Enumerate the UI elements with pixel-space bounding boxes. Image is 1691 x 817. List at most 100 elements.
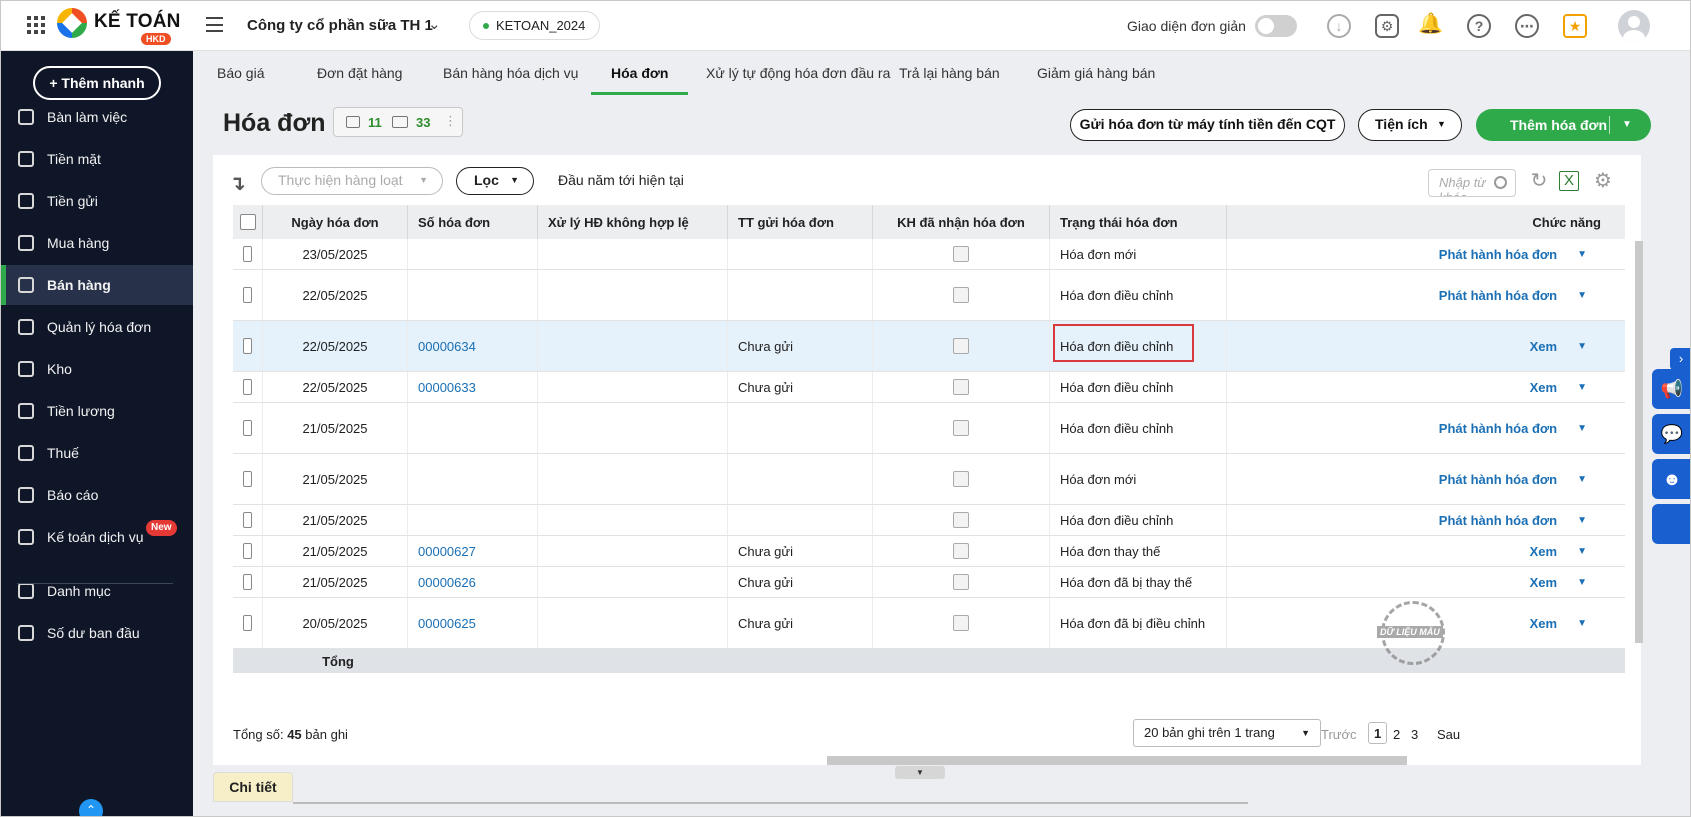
horizontal-scrollbar[interactable] <box>827 756 1407 765</box>
row-checkbox[interactable] <box>243 615 252 631</box>
megaphone-icon[interactable]: 📢 <box>1652 369 1690 409</box>
invoice-number-cell[interactable]: 00000634 <box>408 321 538 371</box>
help-icon[interactable]: ? <box>1467 14 1491 38</box>
row-action-link[interactable]: Xem <box>1530 339 1557 354</box>
expand-detail-handle[interactable]: ▼ <box>895 766 945 779</box>
simple-ui-toggle[interactable] <box>1255 15 1297 37</box>
sidebar-item-payroll[interactable]: Tiền lương <box>1 391 193 431</box>
tab-5[interactable]: Xử lý tự động hóa đơn đầu ra <box>706 51 890 95</box>
row-checkbox[interactable] <box>243 574 252 590</box>
table-row[interactable]: 21/05/2025 Hóa đơn điều chỉnh Phát hành hó… <box>233 403 1625 454</box>
sidebar-item-report[interactable]: Báo cáo <box>1 475 193 515</box>
caret-down-icon[interactable]: ▼ <box>1577 290 1587 301</box>
company-name[interactable]: Công ty cổ phần sữa TH 1 <box>247 17 433 34</box>
caret-down-icon[interactable]: ▼ <box>1577 515 1587 526</box>
table-row[interactable]: 22/05/2025 00000634 Chưa gửi Hóa đơn điều c… <box>233 321 1625 372</box>
table-row[interactable]: 21/05/2025 Hóa đơn điều chỉnh Phát hành hó… <box>233 505 1625 536</box>
vertical-scrollbar[interactable] <box>1635 241 1643 643</box>
chevron-up-icon[interactable]: ⌃ <box>79 799 103 816</box>
assistant-icon[interactable]: ☻ <box>1652 459 1690 499</box>
row-action-link[interactable]: Phát hành hóa đơn <box>1439 513 1557 528</box>
column-header[interactable]: Số hóa đơn <box>408 205 538 239</box>
detail-tab[interactable]: Chi tiết <box>213 772 293 802</box>
table-row[interactable]: 21/05/2025 00000626 Chưa gửi Hóa đơn đã bị … <box>233 567 1625 598</box>
date-range-label[interactable]: Đầu năm tới hiện tại <box>558 172 684 188</box>
column-header[interactable]: Ngày hóa đơn <box>263 205 408 239</box>
add-invoice-button[interactable]: Thêm hóa đơn ▼ <box>1476 109 1651 141</box>
tab-4[interactable]: Hóa đơn <box>590 51 689 95</box>
row-checkbox[interactable] <box>243 471 252 487</box>
refresh-icon[interactable]: ↻ <box>1527 169 1551 193</box>
gear-icon[interactable]: ⚙ <box>1375 14 1399 38</box>
tab-6[interactable]: Trả lại hàng bán <box>899 51 1000 95</box>
invoice-number-cell[interactable]: 00000627 <box>408 536 538 566</box>
sort-down-icon[interactable]: ↴ <box>229 171 246 196</box>
column-header[interactable]: KH đã nhận hóa đơn <box>873 205 1050 239</box>
page-1-button[interactable]: 1 <box>1368 722 1388 744</box>
row-action-link[interactable]: Phát hành hóa đơn <box>1439 421 1557 436</box>
tab-2[interactable]: Đơn đặt hàng <box>317 51 402 95</box>
row-action-link[interactable]: Xem <box>1530 544 1557 559</box>
table-row[interactable]: 22/05/2025 Hóa đơn điều chỉnh Phát hành hó… <box>233 270 1625 321</box>
table-row[interactable]: 21/05/2025 Hóa đơn mới Phát hành hóa đơn ▼ <box>233 454 1625 505</box>
prev-page-button[interactable]: Trước <box>1321 727 1357 742</box>
row-action-link[interactable]: Xem <box>1530 380 1557 395</box>
bell-icon[interactable]: 🔔 <box>1418 14 1443 38</box>
caret-down-icon[interactable]: ▼ <box>1577 341 1587 352</box>
row-checkbox[interactable] <box>243 246 252 262</box>
sidebar-item-catalog[interactable]: Danh mục <box>1 571 193 611</box>
caret-down-icon[interactable]: ▼ <box>1577 577 1587 588</box>
excel-icon[interactable]: X <box>1559 171 1579 191</box>
download-icon[interactable]: ↓ <box>1327 14 1351 38</box>
invoice-counter[interactable]: 11 33 ⋮ <box>333 107 463 137</box>
next-page-button[interactable]: Sau <box>1437 727 1460 742</box>
invoice-number-cell[interactable]: 00000626 <box>408 567 538 597</box>
row-action-link[interactable]: Xem <box>1530 575 1557 590</box>
invoice-number-cell[interactable]: 00000633 <box>408 372 538 402</box>
caret-down-icon[interactable]: ▼ <box>1577 474 1587 485</box>
row-action-link[interactable]: Xem <box>1530 616 1557 631</box>
sidebar-item-bank[interactable]: Tiền gửi <box>1 181 193 221</box>
sidebar-item-dashboard[interactable]: Bàn làm việc <box>1 97 193 137</box>
gear-icon[interactable]: ⚙ <box>1591 169 1615 193</box>
row-action-link[interactable]: Phát hành hóa đơn <box>1439 288 1557 303</box>
sidebar-item-sales[interactable]: Bán hàng <box>1 265 193 305</box>
row-action-link[interactable]: Phát hành hóa đơn <box>1439 472 1557 487</box>
tab-1[interactable]: Báo giá <box>217 51 264 95</box>
row-checkbox[interactable] <box>243 512 252 528</box>
avatar[interactable] <box>1618 10 1650 42</box>
invoice-number-cell[interactable]: 00000625 <box>408 598 538 648</box>
chat-icon[interactable]: 💬 <box>1652 414 1690 454</box>
table-row[interactable]: 23/05/2025 Hóa đơn mới Phát hành hóa đơn ▼ <box>233 239 1625 270</box>
send-cash-register-button[interactable]: Gửi hóa đơn từ máy tính tiền đến CQT <box>1070 109 1345 141</box>
menu-icon[interactable] <box>206 17 223 32</box>
row-checkbox[interactable] <box>243 420 252 436</box>
tab-7[interactable]: Giảm giá hàng bán <box>1037 51 1155 95</box>
sidebar-item-invoice-management[interactable]: Quản lý hóa đơn <box>1 307 193 347</box>
quick-add-button[interactable]: + Thêm nhanh <box>33 66 161 100</box>
search-input[interactable]: Nhập từ khóa <box>1428 169 1516 197</box>
sidebar-item-tax[interactable]: Thuế <box>1 433 193 473</box>
sidebar-item-inventory[interactable]: Kho <box>1 349 193 389</box>
sidebar-item-purchase[interactable]: Mua hàng <box>1 223 193 263</box>
more-vertical-icon[interactable]: ⋮ <box>444 113 457 129</box>
caret-down-icon[interactable]: ▼ <box>1577 546 1587 557</box>
row-checkbox[interactable] <box>243 379 252 395</box>
caret-down-icon[interactable]: ▼ <box>1577 423 1587 434</box>
apps-grid-icon[interactable] <box>27 16 45 34</box>
column-header[interactable]: Xử lý HĐ không hợp lệ <box>538 205 728 239</box>
caret-down-icon[interactable]: ▼ <box>1622 109 1632 141</box>
page-3-button[interactable]: 3 <box>1411 727 1418 742</box>
row-action-link[interactable]: Phát hành hóa đơn <box>1439 247 1557 262</box>
row-checkbox[interactable] <box>243 338 252 354</box>
sidebar-item-service-accounting[interactable]: Kế toán dịch vụ New <box>1 517 193 557</box>
sidebar-item-opening-balance[interactable]: Số dư ban đầu <box>1 613 193 653</box>
page-2-button[interactable]: 2 <box>1393 727 1400 742</box>
row-checkbox[interactable] <box>243 287 252 303</box>
column-header[interactable]: Trạng thái hóa đơn <box>1050 205 1227 239</box>
select-all-checkbox[interactable] <box>239 214 256 230</box>
more-icon[interactable]: ⋯ <box>1515 14 1539 38</box>
table-row[interactable]: 22/05/2025 00000633 Chưa gửi Hóa đơn điều c… <box>233 372 1625 403</box>
table-row[interactable]: 21/05/2025 00000627 Chưa gửi Hóa đơn thay t… <box>233 536 1625 567</box>
chevron-down-icon[interactable]: ⌄ <box>428 15 441 33</box>
